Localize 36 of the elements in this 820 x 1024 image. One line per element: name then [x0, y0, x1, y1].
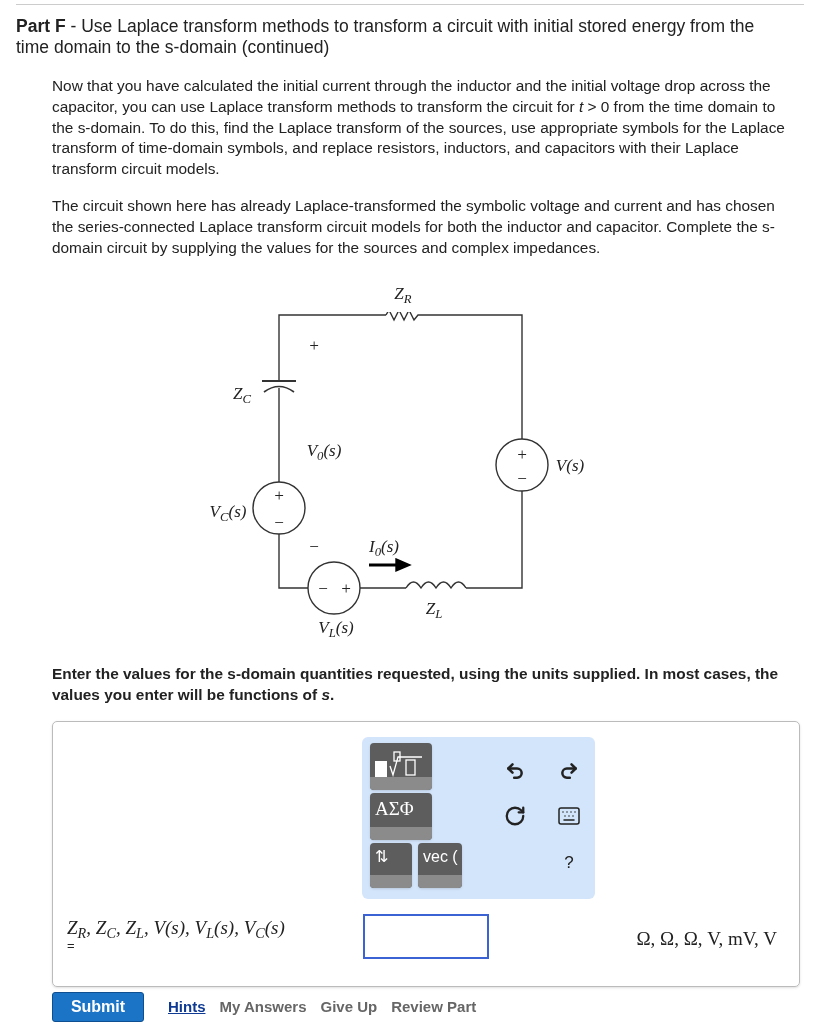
circuit-label: −	[317, 579, 329, 597]
answer-field[interactable]	[363, 914, 489, 960]
symbols-button[interactable]: ΑΣΦ	[370, 793, 432, 841]
circuit-label: I$_{0}$(s)	[369, 537, 399, 555]
paragraph: The circuit shown here has already Laplace-transformed the symbolic voltage and current and has chosen the series-connected Laplace transform circuit models for both the inductor and capacitor. Complete the s-domain circuit by supplying the values for the sources and complex impedances.	[52, 196, 776, 258]
title-separator: -	[70, 16, 77, 36]
units-text: Ω, Ω, Ω, V, mV, V	[636, 927, 777, 952]
templates-icon	[375, 751, 424, 778]
arrows-button[interactable]: ⇅	[370, 843, 412, 889]
circuit-label: +	[308, 336, 320, 354]
circuit-label: Z$_{C}$	[233, 384, 251, 402]
submit-button[interactable]: Submit	[52, 992, 144, 1023]
paragraph: Now that you have calculated the initial current through the inductor and the initial voltage drop across the capacitor, you can use Laplace transform methods to transform the circuit for t > 0 from the time domain to the s-domain. To do this, find the Laplace transform of the sources, use appropriate symbols for the Laplace transform of time-domain symbols, and replace resistors, inductors, and capacitors with their Laplace transform circuit models.	[52, 76, 786, 180]
circuit-label: V$_{C}$(s)	[209, 502, 247, 520]
circuit-label: V$_{L}$(s)	[318, 618, 354, 636]
circuit-label: +	[273, 486, 285, 504]
circuit-label: −	[273, 513, 285, 531]
circuit-label: V(s)	[555, 456, 585, 474]
templates-button[interactable]	[370, 743, 432, 791]
action-link[interactable]: Hints	[168, 996, 206, 1019]
circuit-label: +	[340, 579, 352, 597]
reset-icon[interactable]	[504, 804, 526, 827]
redo-icon[interactable]	[559, 760, 579, 781]
answer-prompt: Z$_{R}$, Z$_{C}$, Z$_{L}$, V(s), V$_{L}$(s), V$_{C}$(s)	[67, 917, 286, 940]
circuit-label: V$_{0}$(s)	[306, 441, 342, 459]
circuit-label: −	[516, 469, 528, 487]
circuit-label: Z$_{R}$	[394, 284, 412, 302]
undo-icon[interactable]	[505, 760, 525, 781]
equals-sign: =	[67, 939, 75, 954]
instruction-text: Enter the values for the s-domain quantities requested, using the units supplied. In most cases, the values you enter will be functions of s.	[52, 664, 780, 706]
circuit-label: +	[516, 445, 528, 463]
vec-button[interactable]: vec (	[418, 843, 462, 889]
part-title: Part F - Use Laplace transform methods to transform a circuit with initial stored energy from the time domain to the s-domain (continued)	[16, 16, 756, 58]
help-button[interactable]: ?	[564, 850, 574, 876]
circuit-label: Z$_{L}$	[425, 599, 443, 617]
circuit-label: −	[308, 537, 320, 555]
